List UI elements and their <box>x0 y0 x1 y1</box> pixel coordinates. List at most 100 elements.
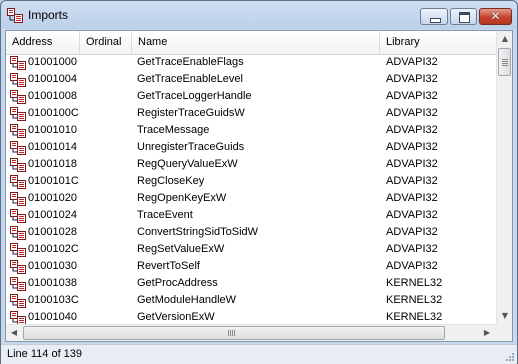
imports-list-view[interactable]: Address Ordinal Name Library 01001000 Get… <box>5 30 513 342</box>
table-row[interactable]: 01001010 TraceMessage ADVAPI32 <box>6 122 496 139</box>
scroll-right-icon[interactable]: ▶ <box>479 325 495 341</box>
imports-window: Imports ✕ Address Ordinal Name Library 0… <box>0 0 518 364</box>
address-cell: 0100100C <box>28 107 79 119</box>
column-header-name[interactable]: Name <box>132 31 380 54</box>
address-cell: 01001024 <box>28 209 77 221</box>
library-cell: ADVAPI32 <box>386 209 438 221</box>
library-cell: ADVAPI32 <box>386 56 438 68</box>
address-cell: 01001030 <box>28 260 77 272</box>
close-icon: ✕ <box>490 9 501 23</box>
imports-icon <box>7 8 23 23</box>
table-row[interactable]: 01001038 GetProcAddress KERNEL32 <box>6 275 496 292</box>
import-entry-icon <box>10 141 26 155</box>
name-cell: RegCloseKey <box>137 175 205 187</box>
scrollbar-corner <box>496 324 512 341</box>
name-cell: GetTraceEnableFlags <box>137 56 244 68</box>
import-entry-icon <box>10 209 26 223</box>
scroll-up-icon[interactable]: ▲ <box>497 31 513 47</box>
import-entry-icon <box>10 158 26 172</box>
library-cell: ADVAPI32 <box>386 73 438 85</box>
table-row[interactable]: 01001024 TraceEvent ADVAPI32 <box>6 207 496 224</box>
column-header-address[interactable]: Address <box>6 31 80 54</box>
address-cell: 01001014 <box>28 141 77 153</box>
address-cell: 01001004 <box>28 73 77 85</box>
name-cell: GetTraceLoggerHandle <box>137 90 252 102</box>
address-cell: 0100102C <box>28 243 79 255</box>
library-cell: ADVAPI32 <box>386 175 438 187</box>
imports-rows: 01001000 GetTraceEnableFlags ADVAPI32 01001… <box>6 54 496 326</box>
library-cell: ADVAPI32 <box>386 260 438 272</box>
import-entry-icon <box>10 56 26 70</box>
address-cell: 0100103C <box>28 294 79 306</box>
library-cell: ADVAPI32 <box>386 158 438 170</box>
name-cell: RegOpenKeyExW <box>137 192 227 204</box>
resize-grip-icon[interactable] <box>505 352 515 362</box>
library-cell: ADVAPI32 <box>386 141 438 153</box>
status-bar: Line 114 of 139 <box>1 344 517 364</box>
vertical-scrollbar[interactable]: ▲ ▼ <box>496 31 512 324</box>
maximize-button[interactable] <box>450 8 477 25</box>
name-cell: RevertToSelf <box>137 260 200 272</box>
table-row[interactable]: 0100100C RegisterTraceGuidsW ADVAPI32 <box>6 105 496 122</box>
status-line-text: Line 114 of 139 <box>7 348 83 360</box>
table-row[interactable]: 01001030 RevertToSelf ADVAPI32 <box>6 258 496 275</box>
horizontal-scroll-thumb[interactable] <box>23 326 445 340</box>
table-row[interactable]: 01001018 RegQueryValueExW ADVAPI32 <box>6 156 496 173</box>
table-row[interactable]: 01001028 ConvertStringSidToSidW ADVAPI32 <box>6 224 496 241</box>
minimize-icon <box>430 18 441 23</box>
column-header: Address Ordinal Name Library <box>6 31 496 55</box>
import-entry-icon <box>10 90 26 104</box>
minimize-button[interactable] <box>420 8 448 25</box>
import-entry-icon <box>10 175 26 189</box>
name-cell: GetTraceEnableLevel <box>137 73 243 85</box>
window-title: Imports <box>28 8 69 22</box>
table-row[interactable]: 0100102C RegSetValueExW ADVAPI32 <box>6 241 496 258</box>
table-row[interactable]: 01001000 GetTraceEnableFlags ADVAPI32 <box>6 54 496 71</box>
import-entry-icon <box>10 260 26 274</box>
library-cell: ADVAPI32 <box>386 90 438 102</box>
name-cell: UnregisterTraceGuids <box>137 141 245 153</box>
library-cell: ADVAPI32 <box>386 124 438 136</box>
library-cell: ADVAPI32 <box>386 226 438 238</box>
address-cell: 01001028 <box>28 226 77 238</box>
name-cell: RegisterTraceGuidsW <box>137 107 245 119</box>
column-header-library[interactable]: Library <box>380 31 496 54</box>
address-cell: 01001000 <box>28 56 77 68</box>
name-cell: ConvertStringSidToSidW <box>137 226 259 238</box>
import-entry-icon <box>10 226 26 240</box>
import-entry-icon <box>10 294 26 308</box>
title-bar[interactable]: Imports ✕ <box>1 1 517 29</box>
horizontal-scrollbar[interactable]: ◀ ▶ <box>6 324 496 341</box>
address-cell: 01001020 <box>28 192 77 204</box>
library-cell: ADVAPI32 <box>386 107 438 119</box>
name-cell: RegSetValueExW <box>137 243 225 255</box>
column-header-ordinal[interactable]: Ordinal <box>80 31 132 54</box>
close-button[interactable]: ✕ <box>479 8 512 25</box>
table-row[interactable]: 01001004 GetTraceEnableLevel ADVAPI32 <box>6 71 496 88</box>
library-cell: ADVAPI32 <box>386 192 438 204</box>
import-entry-icon <box>10 243 26 257</box>
import-entry-icon <box>10 192 26 206</box>
name-cell: TraceEvent <box>137 209 193 221</box>
table-row[interactable]: 01001008 GetTraceLoggerHandle ADVAPI32 <box>6 88 496 105</box>
name-cell: GetModuleHandleW <box>137 294 237 306</box>
name-cell: TraceMessage <box>137 124 210 136</box>
table-row[interactable]: 0100101C RegCloseKey ADVAPI32 <box>6 173 496 190</box>
table-row[interactable]: 0100103C GetModuleHandleW KERNEL32 <box>6 292 496 309</box>
table-row[interactable]: 01001020 RegOpenKeyExW ADVAPI32 <box>6 190 496 207</box>
import-entry-icon <box>10 124 26 138</box>
address-cell: 0100101C <box>28 175 79 187</box>
address-cell: 01001038 <box>28 277 77 289</box>
library-cell: ADVAPI32 <box>386 243 438 255</box>
library-cell: KERNEL32 <box>386 277 443 289</box>
table-row[interactable]: 01001014 UnregisterTraceGuids ADVAPI32 <box>6 139 496 156</box>
scroll-down-icon[interactable]: ▼ <box>497 308 513 324</box>
import-entry-icon <box>10 73 26 87</box>
address-cell: 01001008 <box>28 90 77 102</box>
maximize-icon <box>459 12 470 23</box>
name-cell: GetProcAddress <box>137 277 218 289</box>
scroll-left-icon[interactable]: ◀ <box>6 325 22 341</box>
vertical-scroll-thumb[interactable] <box>498 48 511 76</box>
address-cell: 01001018 <box>28 158 77 170</box>
library-cell: KERNEL32 <box>386 294 443 306</box>
